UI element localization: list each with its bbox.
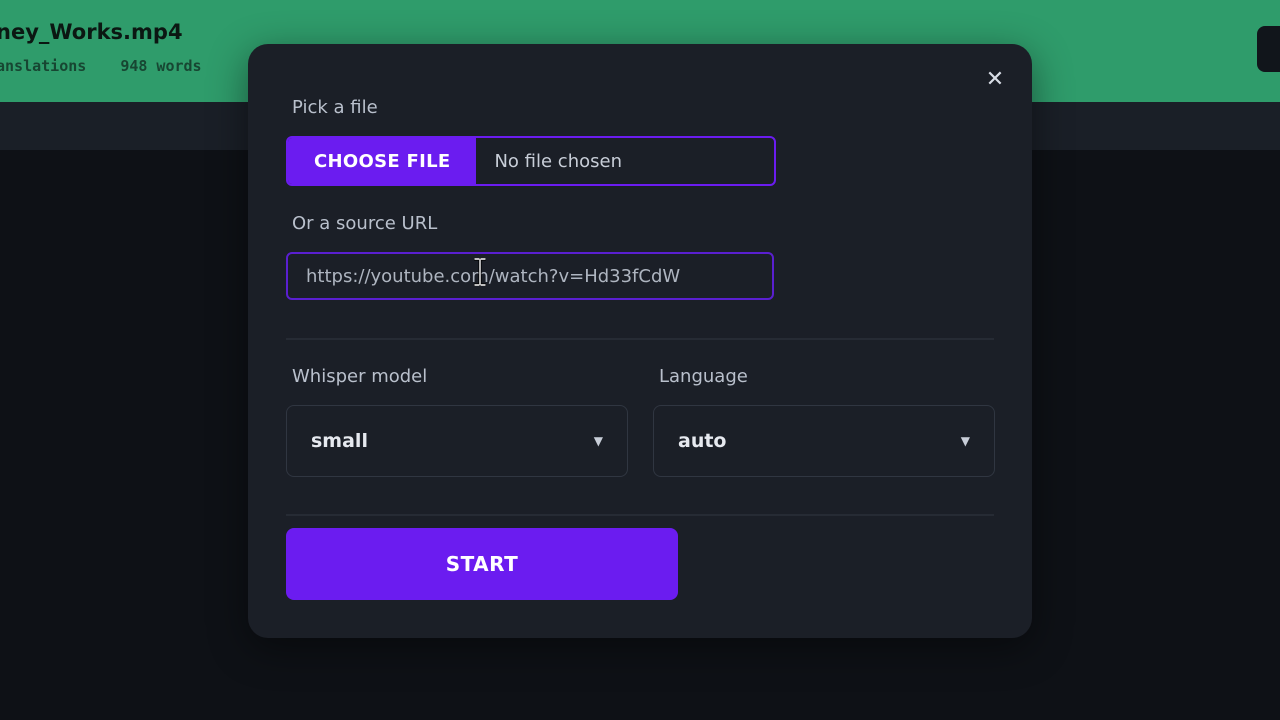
file-picker[interactable]: CHOOSE FILE No file chosen xyxy=(286,136,776,186)
file-status-text: No file chosen xyxy=(494,150,622,172)
whisper-model-select[interactable]: small ▼ xyxy=(286,405,628,477)
upload-modal: ✕ Pick a file CHOOSE FILE No file chosen… xyxy=(248,44,1032,638)
pick-file-label: Pick a file xyxy=(292,97,378,118)
whisper-model-value: small xyxy=(311,430,368,452)
language-value: auto xyxy=(678,430,727,452)
section-divider xyxy=(286,338,994,340)
chevron-down-icon: ▼ xyxy=(960,434,970,448)
source-url-input[interactable] xyxy=(286,252,774,300)
choose-file-button[interactable]: CHOOSE FILE xyxy=(288,138,477,184)
header-action-button[interactable] xyxy=(1257,26,1280,72)
language-select[interactable]: auto ▼ xyxy=(653,405,995,477)
file-title: ney_Works.mp4 xyxy=(0,20,183,44)
chevron-down-icon: ▼ xyxy=(593,434,603,448)
word-count: 948 words xyxy=(120,57,202,75)
source-url-label: Or a source URL xyxy=(292,213,438,234)
section-divider xyxy=(286,514,994,516)
close-icon[interactable]: ✕ xyxy=(980,65,1010,95)
language-label: Language xyxy=(659,366,748,387)
start-button[interactable]: START xyxy=(286,528,678,600)
translations-label[interactable]: anslations xyxy=(0,57,86,75)
whisper-model-label: Whisper model xyxy=(292,366,428,387)
file-meta: anslations 948 words xyxy=(0,57,202,75)
